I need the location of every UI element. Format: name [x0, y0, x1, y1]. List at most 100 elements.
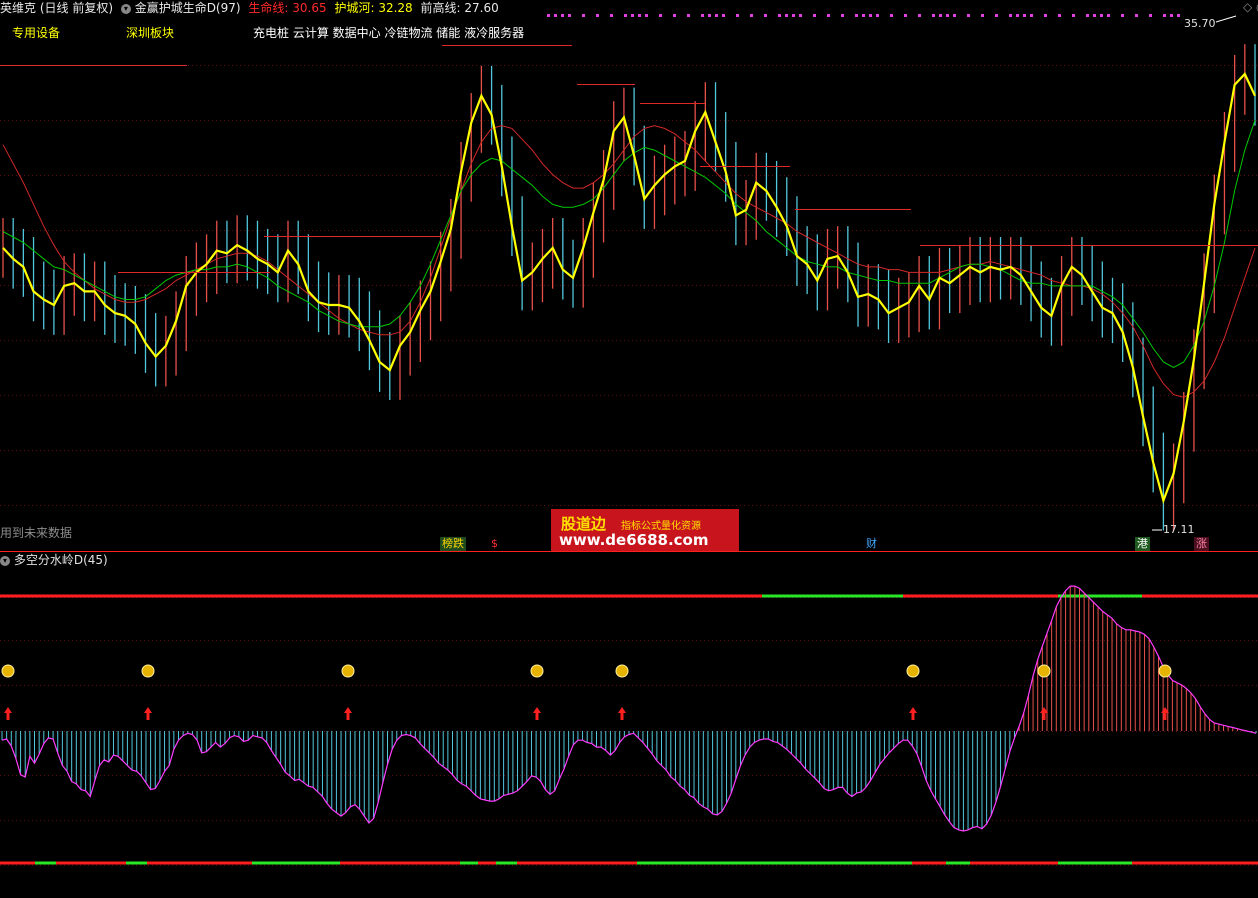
top-status-dots	[547, 14, 1180, 17]
status-dot	[687, 14, 690, 17]
moat-label: 护城河:	[334, 1, 375, 15]
corner-settings-icon[interactable]: ◇ ○	[1243, 0, 1258, 14]
status-dot	[1072, 14, 1075, 17]
status-dot	[1086, 14, 1089, 17]
price-chart-area[interactable]	[0, 0, 1258, 898]
status-dot	[638, 14, 641, 17]
status-dot	[1170, 14, 1173, 17]
up-arrow-icon	[144, 707, 152, 720]
future-data-note: 用到未来数据	[0, 526, 73, 540]
up-arrow-icon	[618, 707, 626, 720]
buy-signal-icons	[1, 664, 1172, 720]
header-bar: 英维克 (日线 前复权) ▾ 金赢护城生命D(97) 生命线: 30.65 护城…	[0, 0, 499, 16]
status-dot	[1121, 14, 1124, 17]
status-dot	[1058, 14, 1061, 17]
status-dot	[561, 14, 564, 17]
life-line-label: 生命线:	[248, 1, 289, 15]
status-dot	[1135, 14, 1138, 17]
sub-oscillator-bars	[1, 586, 1257, 832]
status-dot	[1107, 14, 1110, 17]
status-dot	[610, 14, 613, 17]
status-dot	[1016, 14, 1019, 17]
status-dot	[1044, 14, 1047, 17]
status-dot	[1100, 14, 1103, 17]
sub-panel-title[interactable]: 多空分水岭D(45)	[14, 553, 108, 567]
status-dot	[568, 14, 571, 17]
sub-level-lines	[0, 594, 1258, 865]
low-price-label: 17.11	[1163, 523, 1195, 536]
money-bag-icon	[615, 664, 629, 678]
status-dot	[736, 14, 739, 17]
region-tag[interactable]: 深圳板块	[126, 24, 174, 41]
status-dot	[904, 14, 907, 17]
marker-hk[interactable]: 港	[1135, 537, 1150, 551]
status-dot	[967, 14, 970, 17]
marker-rank-drop[interactable]: 榜跌	[440, 537, 466, 551]
sub-oscillator-line	[1, 585, 1257, 832]
status-dot	[582, 14, 585, 17]
status-dot	[673, 14, 676, 17]
up-arrow-icon	[4, 707, 12, 720]
status-dot	[701, 14, 704, 17]
status-dot	[946, 14, 949, 17]
status-dot	[932, 14, 935, 17]
high-price-label: 35.70	[1184, 17, 1216, 30]
status-dot	[715, 14, 718, 17]
sub-panel-header: ▾ 多空分水岭D(45)	[0, 553, 108, 568]
life-line-value: 30.65	[292, 1, 327, 15]
money-bag-icon	[1037, 664, 1051, 678]
status-dot	[862, 14, 865, 17]
candle-bars	[2, 44, 1256, 531]
status-dot	[869, 14, 872, 17]
money-bag-icon	[1, 664, 15, 678]
high-arrow	[1215, 15, 1237, 23]
indicator-name[interactable]: 金赢护城生命D(97)	[135, 1, 241, 15]
status-dot	[855, 14, 858, 17]
status-dot	[659, 14, 662, 17]
indicator-lines	[0, 45, 1258, 505]
money-bag-icon	[1158, 664, 1172, 678]
money-bag-icon	[530, 664, 544, 678]
marker-rise[interactable]: 涨	[1194, 537, 1209, 551]
money-bag-icon	[906, 664, 920, 678]
status-dot	[953, 14, 956, 17]
status-dot	[995, 14, 998, 17]
watermark-url: www.de6688.com	[559, 531, 709, 549]
prev-high-label: 前高线:	[420, 1, 461, 15]
up-arrow-icon	[909, 707, 917, 720]
status-dot	[1009, 14, 1012, 17]
status-dot	[876, 14, 879, 17]
status-dot	[1093, 14, 1096, 17]
indicator-dropdown-icon[interactable]: ▾	[120, 3, 131, 14]
status-dot	[624, 14, 627, 17]
marker-dollar[interactable]: $	[489, 537, 500, 551]
fast-line	[2, 72, 1256, 505]
status-dot	[1177, 14, 1180, 17]
status-dot	[645, 14, 648, 17]
status-dot	[827, 14, 830, 17]
stock-name[interactable]: 英维克	[0, 1, 36, 15]
status-dot	[708, 14, 711, 17]
status-dot	[799, 14, 802, 17]
moat-value: 32.28	[378, 1, 413, 15]
status-dot	[981, 14, 984, 17]
marker-finance[interactable]: 财	[864, 537, 879, 551]
period-label: (日线 前复权)	[39, 1, 114, 15]
status-dot	[596, 14, 599, 17]
status-dot	[1149, 14, 1152, 17]
status-dot	[890, 14, 893, 17]
status-dot	[1023, 14, 1026, 17]
money-bag-icon	[141, 664, 155, 678]
concept-tags[interactable]: 充电桩 云计算 数据中心 冷链物流 储能 液冷服务器	[253, 24, 524, 41]
status-dot	[841, 14, 844, 17]
industry-tag[interactable]: 专用设备	[12, 24, 60, 41]
status-dot	[778, 14, 781, 17]
status-dot	[554, 14, 557, 17]
mid-line	[2, 120, 1256, 368]
price-extreme-marks	[1152, 15, 1237, 531]
up-arrow-icon	[533, 707, 541, 720]
up-arrow-icon	[344, 707, 352, 720]
prev-high-value: 27.60	[464, 1, 499, 15]
sub-dropdown-icon[interactable]: ▾	[0, 555, 10, 566]
status-dot	[785, 14, 788, 17]
